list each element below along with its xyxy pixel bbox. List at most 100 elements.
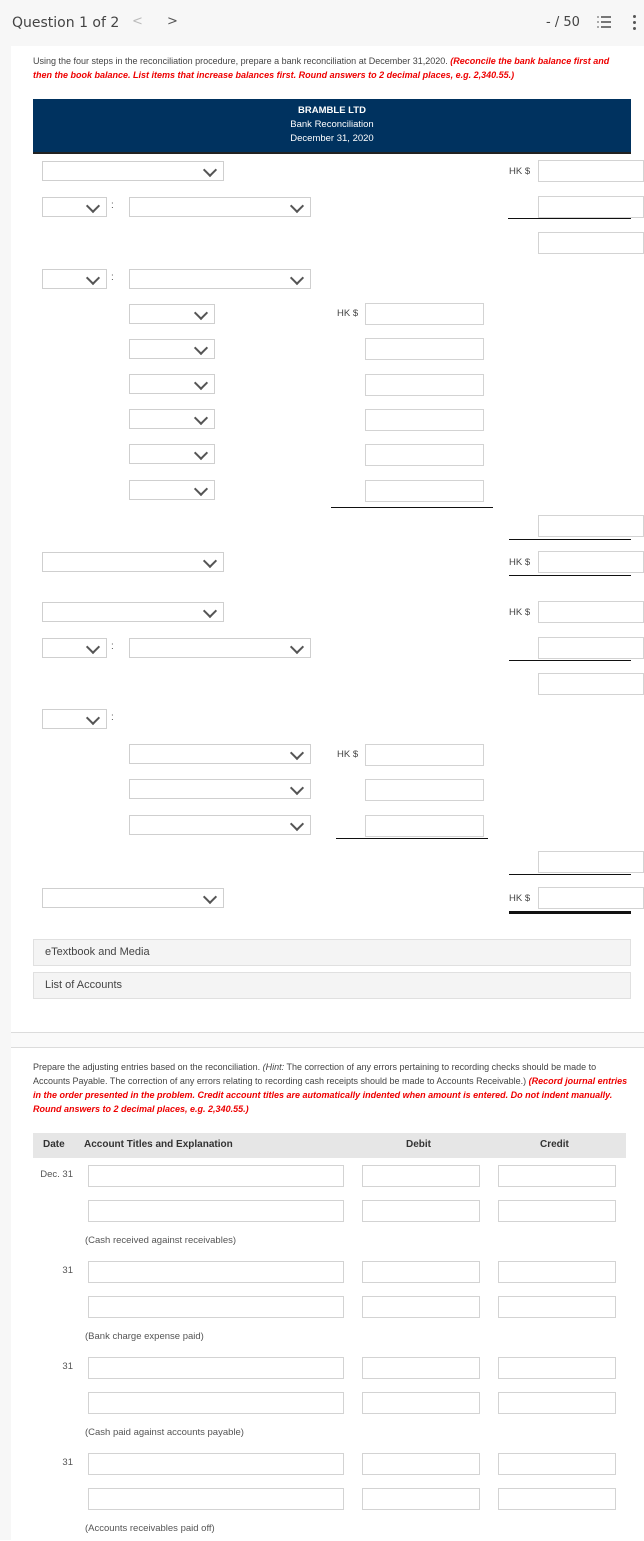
adjusted-bank-balance-input[interactable] bbox=[538, 551, 644, 573]
statement-date: December 31, 2020 bbox=[290, 133, 374, 144]
underline bbox=[509, 575, 631, 576]
entry-date: 31 bbox=[62, 1457, 73, 1468]
underline bbox=[508, 218, 631, 219]
debit-input[interactable] bbox=[362, 1296, 480, 1318]
book-deduct-label-select[interactable] bbox=[42, 709, 107, 729]
bank-deduct-amount-input-3[interactable] bbox=[365, 374, 484, 396]
bank-deduct-item-select-1[interactable] bbox=[129, 304, 215, 324]
bank-balance-title-select[interactable] bbox=[42, 161, 224, 181]
bank-deduct-amount-input-1[interactable] bbox=[365, 303, 484, 325]
section-gap bbox=[11, 1033, 644, 1047]
underline bbox=[509, 539, 631, 540]
account-title-input[interactable] bbox=[88, 1488, 344, 1510]
instruction-text: Prepare the adjusting entries based on t… bbox=[33, 1062, 263, 1072]
journal-table-header: Date Account Titles and Explanation Debi… bbox=[33, 1133, 626, 1158]
chevron-down-icon bbox=[202, 603, 218, 619]
currency-label: HK $ bbox=[509, 557, 531, 568]
debit-input[interactable] bbox=[362, 1453, 480, 1475]
bank-deduct-item-select-4[interactable] bbox=[129, 409, 215, 429]
bank-deduct-item-select-6[interactable] bbox=[129, 480, 215, 500]
adjusted-bank-balance-select[interactable] bbox=[42, 552, 224, 572]
account-title-input[interactable] bbox=[88, 1165, 344, 1187]
chevron-down-icon bbox=[202, 889, 218, 905]
bank-add-amount-input[interactable] bbox=[538, 196, 644, 218]
part2-instructions: Prepare the adjusting entries based on t… bbox=[33, 1060, 633, 1116]
account-title-input[interactable] bbox=[88, 1453, 344, 1475]
credit-input[interactable] bbox=[498, 1261, 616, 1283]
bank-deduct-label-select[interactable] bbox=[42, 269, 107, 289]
underline bbox=[331, 507, 493, 508]
credit-input[interactable] bbox=[498, 1165, 616, 1187]
bank-deduct-amount-input-5[interactable] bbox=[365, 444, 484, 466]
hint-label: (Hint: bbox=[262, 1062, 285, 1072]
book-balance-title-select[interactable] bbox=[42, 602, 224, 622]
book-deduct-amount-input-3[interactable] bbox=[365, 815, 484, 837]
account-title-input[interactable] bbox=[88, 1392, 344, 1414]
book-subtotal-input[interactable] bbox=[538, 673, 644, 695]
underline bbox=[336, 838, 488, 839]
chevron-down-icon bbox=[85, 270, 101, 286]
bank-add-item-select[interactable] bbox=[129, 197, 311, 217]
debit-input[interactable] bbox=[362, 1200, 480, 1222]
account-title-input[interactable] bbox=[88, 1357, 344, 1379]
bank-deduct-total-input[interactable] bbox=[538, 515, 644, 537]
chevron-down-icon bbox=[193, 445, 209, 461]
bank-deduct-item-select-2[interactable] bbox=[129, 339, 215, 359]
bank-deduct-item-select-5[interactable] bbox=[129, 444, 215, 464]
credit-input[interactable] bbox=[498, 1488, 616, 1510]
book-add-label-select[interactable] bbox=[42, 638, 107, 658]
credit-input[interactable] bbox=[498, 1200, 616, 1222]
etextbook-media-link[interactable]: eTextbook and Media bbox=[33, 939, 631, 966]
book-deduct-item-select-1[interactable] bbox=[129, 744, 311, 764]
question-list-icon[interactable] bbox=[597, 15, 611, 29]
debit-input[interactable] bbox=[362, 1261, 480, 1283]
entry-date: 31 bbox=[62, 1361, 73, 1372]
reconciliation-header: BRAMBLE LTD Bank Reconciliation December… bbox=[33, 99, 631, 154]
header-debit: Debit bbox=[406, 1139, 431, 1150]
currency-label: HK $ bbox=[337, 749, 359, 760]
next-question-button[interactable]: > bbox=[167, 14, 178, 29]
chevron-down-icon bbox=[289, 198, 305, 214]
list-of-accounts-link[interactable]: List of Accounts bbox=[33, 972, 631, 999]
debit-input[interactable] bbox=[362, 1165, 480, 1187]
book-deduct-item-select-2[interactable] bbox=[129, 779, 311, 799]
company-name: BRAMBLE LTD bbox=[298, 105, 366, 116]
account-title-input[interactable] bbox=[88, 1200, 344, 1222]
credit-input[interactable] bbox=[498, 1453, 616, 1475]
book-add-item-select[interactable] bbox=[129, 638, 311, 658]
book-deduct-amount-input-1[interactable] bbox=[365, 744, 484, 766]
double-underline bbox=[509, 911, 631, 914]
credit-input[interactable] bbox=[498, 1296, 616, 1318]
account-title-input[interactable] bbox=[88, 1296, 344, 1318]
bank-deduct-amount-input-4[interactable] bbox=[365, 409, 484, 431]
adjusted-book-balance-select[interactable] bbox=[42, 888, 224, 908]
credit-input[interactable] bbox=[498, 1357, 616, 1379]
adjusted-book-balance-input[interactable] bbox=[538, 887, 644, 909]
chevron-down-icon bbox=[202, 553, 218, 569]
bank-deduct-item-select-3[interactable] bbox=[129, 374, 215, 394]
bank-add-label-select[interactable] bbox=[42, 197, 107, 217]
chevron-down-icon bbox=[202, 162, 218, 178]
credit-input[interactable] bbox=[498, 1392, 616, 1414]
bank-deduct-amount-input-2[interactable] bbox=[365, 338, 484, 360]
debit-input[interactable] bbox=[362, 1357, 480, 1379]
bank-deduct-amount-input-6[interactable] bbox=[365, 480, 484, 502]
chevron-down-icon bbox=[85, 639, 101, 655]
colon: : bbox=[111, 272, 114, 283]
book-deduct-total-input[interactable] bbox=[538, 851, 644, 873]
previous-question-button[interactable]: < bbox=[132, 14, 143, 29]
bank-deduct-category-select[interactable] bbox=[129, 269, 311, 289]
book-deduct-item-select-3[interactable] bbox=[129, 815, 311, 835]
chevron-down-icon bbox=[193, 305, 209, 321]
debit-input[interactable] bbox=[362, 1488, 480, 1510]
bank-subtotal-input[interactable] bbox=[538, 232, 644, 254]
book-balance-input[interactable] bbox=[538, 601, 644, 623]
bank-balance-input[interactable] bbox=[538, 160, 644, 182]
account-title-input[interactable] bbox=[88, 1261, 344, 1283]
colon: : bbox=[111, 200, 114, 211]
book-add-amount-input[interactable] bbox=[538, 637, 644, 659]
entry-explanation: (Bank charge expense paid) bbox=[85, 1331, 204, 1342]
more-options-icon[interactable] bbox=[633, 15, 636, 30]
book-deduct-amount-input-2[interactable] bbox=[365, 779, 484, 801]
debit-input[interactable] bbox=[362, 1392, 480, 1414]
